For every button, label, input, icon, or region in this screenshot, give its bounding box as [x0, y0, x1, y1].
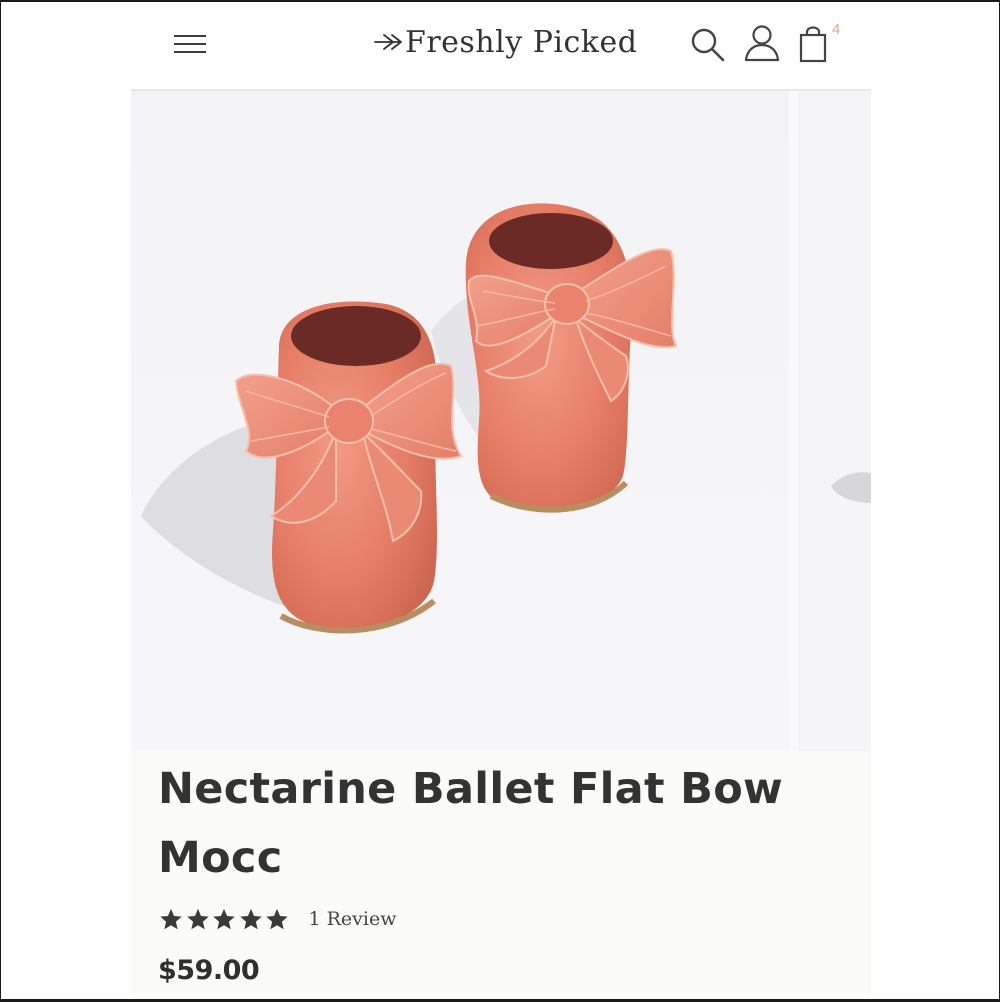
product-image-gallery[interactable]: [131, 91, 871, 751]
user-icon[interactable]: [743, 23, 781, 63]
cart-count-badge: 4: [832, 21, 841, 38]
back-shoe: [465, 203, 678, 513]
product-price: $59.00: [158, 955, 260, 986]
slide-divider: [789, 91, 798, 751]
site-header: Freshly Picked 4: [131, 2, 871, 91]
star-icon: [239, 908, 262, 929]
star-icon: [213, 908, 235, 929]
star-icon: [186, 908, 209, 929]
next-product-image[interactable]: [798, 91, 871, 751]
star-rating: [158, 907, 291, 932]
brand-logo[interactable]: Freshly Picked: [374, 19, 637, 65]
review-count-link[interactable]: 1 Review: [309, 908, 397, 930]
product-title: Nectarine Ballet Flat Bow Mocc: [158, 764, 784, 883]
mobile-page: Freshly Picked 4 Nectarine Ballet Flat B…: [131, 2, 871, 999]
product-info: Nectarine Ballet Flat Bow Mocc 1 Review …: [131, 751, 871, 999]
star-icon: [160, 908, 182, 929]
cart-icon[interactable]: [798, 22, 830, 64]
arrow-logo-icon: [374, 34, 402, 50]
product-image[interactable]: [131, 91, 789, 751]
screenshot-frame: Freshly Picked 4 Nectarine Ballet Flat B…: [0, 0, 1000, 1002]
product-rating[interactable]: 1 Review: [158, 904, 397, 934]
moccasins-illustration: [141, 203, 678, 634]
brand-name: Freshly Picked: [405, 24, 638, 60]
star-icon: [266, 908, 288, 929]
menu-icon[interactable]: [174, 33, 206, 55]
next-image-preview: [831, 472, 871, 503]
search-icon[interactable]: [689, 24, 727, 64]
